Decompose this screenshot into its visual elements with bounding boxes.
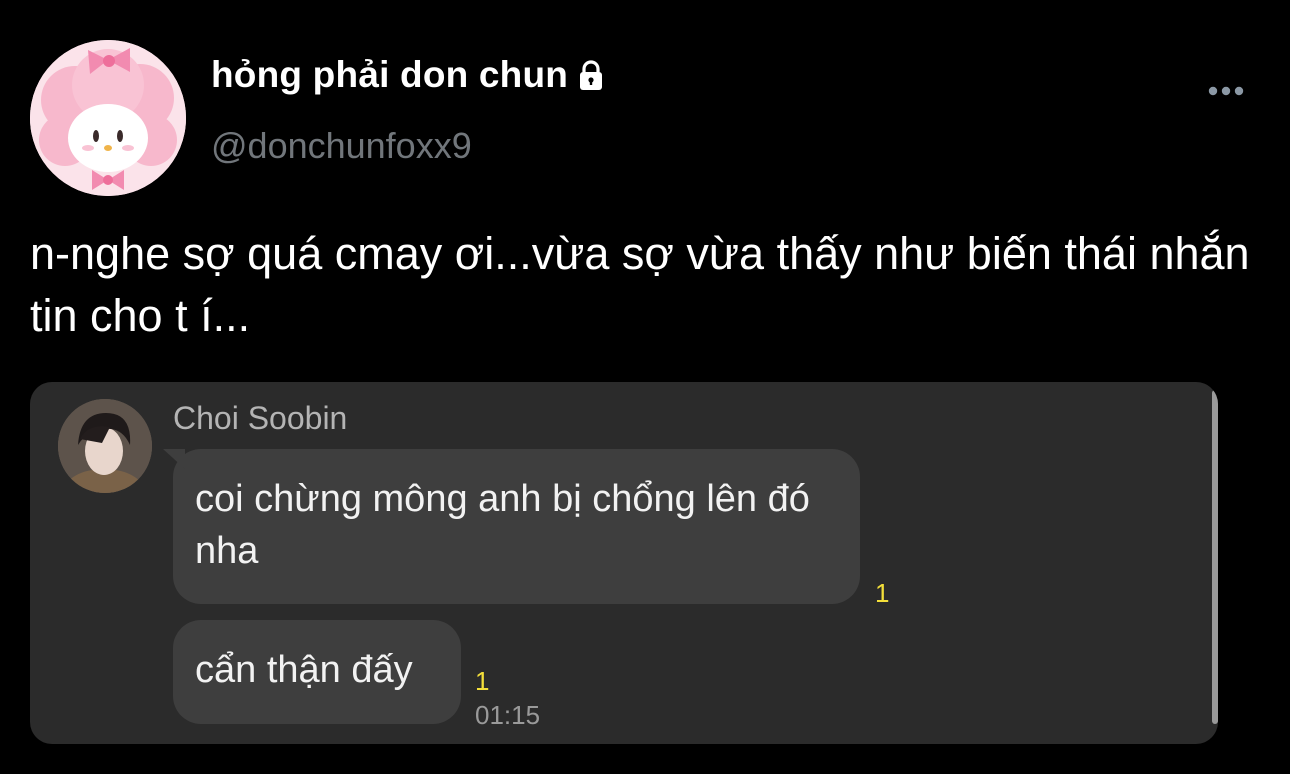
message-bubble: cẩn thận đấy xyxy=(173,620,461,724)
bubble-tail xyxy=(163,449,185,469)
author-handle[interactable]: @donchunfoxx9 xyxy=(211,125,472,167)
author-avatar[interactable] xyxy=(30,40,186,196)
sender-name: Choi Soobin xyxy=(173,400,348,436)
display-name-text: hỏng phải don chun xyxy=(211,54,569,95)
message-bubble: coi chừng mông anh bị chổng lên đó nha xyxy=(163,449,860,604)
unread-count-badge: 1 xyxy=(475,666,490,696)
unread-count-badge: 1 xyxy=(875,578,890,608)
tweet-text: n-nghe sợ quá cmay ơi...vừa sợ vừa thấy … xyxy=(30,228,1250,341)
tweet-image-chat-screenshot[interactable]: Choi Soobin coi chừng mông anh bị chổng … xyxy=(30,382,1218,744)
lock-icon xyxy=(574,58,608,92)
more-horizontal-icon[interactable] xyxy=(1200,78,1252,104)
author-display-name[interactable]: hỏng phải don chun xyxy=(211,54,608,96)
message-text: cẩn thận đấy xyxy=(195,649,413,691)
sender-avatar xyxy=(58,399,152,493)
message-timestamp: 01:15 xyxy=(475,700,541,730)
message-text: coi chừng mông anh bị chổng lên đó nha xyxy=(195,478,810,572)
scrollbar xyxy=(1212,390,1218,724)
